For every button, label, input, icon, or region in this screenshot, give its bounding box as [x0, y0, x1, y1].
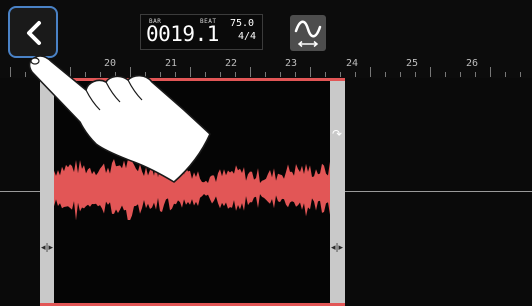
ruler-bar-number: 26 — [466, 58, 479, 69]
audio-editor-screen: BAR BEAT 0019.1 75.0 4/4 20 21 22 23 24 … — [0, 0, 532, 306]
ruler-tick — [235, 72, 236, 77]
ruler-tick — [445, 72, 446, 77]
ruler-tick — [400, 72, 401, 77]
ruler-bar-number: 24 — [346, 58, 359, 69]
chevron-left-icon — [27, 21, 41, 45]
trim-handle-icon: ◂|▸ — [41, 243, 54, 253]
ruler-tick — [250, 67, 251, 77]
position-value: 0019.1 — [146, 22, 219, 46]
ruler-tick — [490, 67, 491, 77]
ruler-tick — [460, 72, 461, 77]
tempo-value: 75.0 — [230, 18, 255, 29]
ruler-tick — [430, 67, 431, 77]
region-end-handle[interactable]: ◂|▸ — [330, 78, 345, 306]
ruler-tick — [505, 72, 506, 77]
ruler-tick — [475, 72, 476, 77]
ruler-tick — [340, 72, 341, 77]
ruler-tick — [325, 72, 326, 77]
ruler-tick — [370, 67, 371, 77]
ruler-tick — [280, 72, 281, 77]
tap-hand-icon — [28, 55, 211, 183]
ruler-tick — [385, 72, 386, 77]
ruler-tick — [295, 72, 296, 77]
back-button[interactable] — [8, 6, 58, 58]
ruler-tick — [265, 72, 266, 77]
ruler-tick — [520, 72, 521, 77]
position-counter: BAR BEAT 0019.1 75.0 4/4 — [140, 14, 263, 50]
time-signature: 4/4 — [238, 31, 257, 42]
ruler-tick — [415, 72, 416, 77]
ruler-tick — [310, 67, 311, 77]
ruler-bar-number: 23 — [285, 58, 298, 69]
ruler-tick — [355, 72, 356, 77]
time-stretch-button[interactable] — [290, 15, 326, 51]
trim-handle-icon: ◂|▸ — [331, 243, 344, 253]
ruler-bar-number: 25 — [406, 58, 419, 69]
loop-arrow-icon[interactable]: ↷ — [332, 127, 342, 141]
time-stretch-icon — [294, 20, 322, 48]
top-bar: BAR BEAT 0019.1 75.0 4/4 — [0, 0, 532, 58]
ruler-tick — [10, 67, 11, 77]
